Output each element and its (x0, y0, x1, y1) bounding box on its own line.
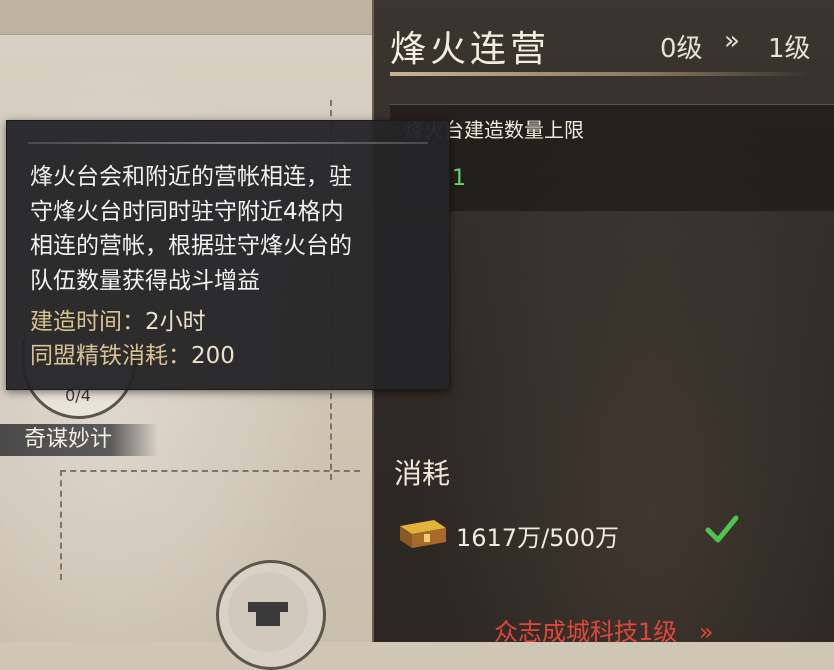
tooltip-alliance-cost: 同盟精铁消耗：200 (30, 336, 235, 370)
build-time-value: 2小时 (145, 309, 206, 335)
alliance-cost-value: 200 (191, 343, 235, 369)
tooltip-desc-line: 队伍数量获得战斗增益 (30, 267, 260, 294)
alliance-cost-label: 同盟精铁消耗： (30, 343, 191, 369)
build-time-label: 建造时间： (30, 309, 145, 335)
top-decor-band (0, 0, 372, 35)
anvil-icon (228, 572, 308, 652)
tree-connector (60, 470, 62, 580)
checkmark-icon (705, 515, 739, 543)
tech-node-circle[interactable] (216, 560, 326, 670)
gold-chest-icon (400, 520, 446, 548)
level-to: 1级 (768, 34, 811, 64)
tech-node-name[interactable]: 奇谋妙计 (0, 424, 158, 456)
tooltip-desc-line: 相连的营帐，根据驻守烽火台的 (30, 233, 352, 260)
tooltip-divider (28, 142, 428, 144)
cost-amount: 1617万/500万 (456, 524, 619, 552)
tooltip-desc-line: 守烽火台时同时驻守附近4格内 (30, 198, 344, 225)
tooltip-description: 烽火台会和附近的营帐相连，驻 守烽火台时同时驻守附近4格内 相连的营帐，根据驻守… (30, 160, 420, 298)
level-from: 0级 (660, 34, 703, 64)
level-arrow-icon: » (724, 26, 740, 56)
tree-connector (60, 470, 360, 472)
cost-title: 消耗 (394, 457, 451, 490)
tooltip-desc-line: 烽火台会和附近的营帐相连，驻 (30, 164, 352, 190)
tooltip-build-time: 建造时间：2小时 (30, 302, 206, 336)
building-title: 烽火连营 (390, 29, 551, 70)
attribute-value: 1 (452, 166, 466, 191)
title-divider (390, 72, 810, 76)
